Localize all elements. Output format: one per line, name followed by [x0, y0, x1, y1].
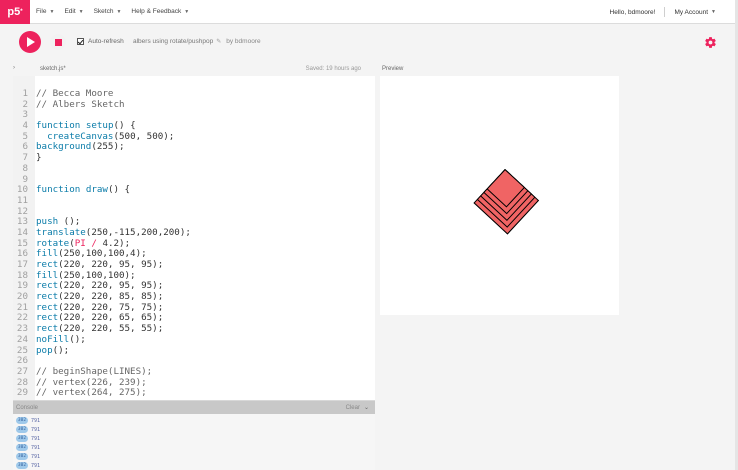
- sketch-name[interactable]: albers using rotate/pushpop: [133, 38, 213, 45]
- line-number: 27: [16, 365, 28, 377]
- preview-canvas: [473, 168, 540, 235]
- stop-icon: [54, 38, 62, 46]
- auto-refresh-toggle[interactable]: Auto-refresh: [77, 38, 124, 45]
- nav-divider: [664, 7, 666, 17]
- menu-edit[interactable]: Edit ▼: [64, 8, 83, 15]
- line-number: 8: [22, 162, 28, 174]
- my-account-label: My Account: [674, 8, 709, 16]
- gear-icon: [704, 36, 716, 48]
- console-message: 791: [31, 435, 41, 442]
- console-panel: Console Clear ⌄ 302 791 302 791 302 791 302 791…: [13, 400, 375, 470]
- console-entry: 302 791: [16, 443, 375, 452]
- stop-button[interactable]: [50, 34, 66, 50]
- repeat-count-badge: 302: [16, 462, 28, 469]
- menu-help-label: Help & Feedback: [131, 8, 182, 15]
- menu-sketch[interactable]: Sketch ▼: [94, 8, 122, 15]
- code-lines[interactable]: 1// Becca Moore 2// Albers Sketch 3 4 functi…: [13, 88, 375, 399]
- line-number: 24: [16, 333, 28, 345]
- code-text: // vertex(264, 275);: [36, 387, 147, 399]
- console-entry: 302 791: [16, 434, 375, 443]
- code-line[interactable]: 6 background(255);: [13, 142, 375, 153]
- chevron-down-icon[interactable]: ⌄: [364, 404, 369, 411]
- code-line[interactable]: 2// Albers Sketch: [13, 98, 375, 111]
- chevron-down-icon: ▼: [711, 9, 716, 15]
- console-header: Console Clear ⌄: [13, 401, 375, 414]
- console-message: 791: [31, 444, 41, 451]
- file-name: sketch.js: [40, 66, 64, 72]
- code-text: background(255);: [36, 141, 125, 153]
- logo-text: p5: [7, 5, 21, 18]
- console-clear-button[interactable]: Clear: [346, 405, 360, 411]
- code-editor[interactable]: 1// Becca Moore 2// Albers Sketch 3 4 functi…: [13, 76, 375, 400]
- preview-frame: [380, 76, 619, 315]
- code-line[interactable]: 8: [13, 162, 375, 175]
- play-icon: [27, 37, 35, 47]
- console-controls: Clear ⌄: [346, 404, 369, 412]
- auto-refresh-checkbox[interactable]: [77, 38, 84, 45]
- chevron-down-icon: ▼: [184, 8, 190, 15]
- my-account-menu[interactable]: My Account ▼: [674, 9, 716, 16]
- code-line[interactable]: 24 noFill();: [13, 333, 375, 346]
- code-text: function draw() {: [36, 184, 131, 196]
- repeat-count-badge: 302: [16, 435, 28, 442]
- code-line[interactable]: 29 // vertex(264, 275);: [13, 387, 375, 399]
- sketch-owner: by bdmoore: [226, 38, 261, 45]
- chevron-down-icon: ▼: [49, 8, 55, 15]
- console-message: 791: [31, 426, 41, 433]
- logo-asterisk: *: [20, 8, 23, 15]
- unsaved-marker: *: [63, 66, 66, 72]
- code-line[interactable]: 11: [13, 194, 375, 207]
- console-log: 302 791 302 791 302 791 302 791 302 791 302 791: [13, 414, 375, 470]
- user-greeting: Hello, bdmoore!: [609, 8, 656, 16]
- repeat-count-badge: 302: [16, 444, 28, 451]
- pencil-icon[interactable]: ✎: [216, 38, 221, 45]
- code-text: // Albers Sketch: [36, 98, 125, 110]
- chevron-down-icon: ▼: [78, 8, 84, 15]
- console-entry: 302 791: [16, 416, 375, 425]
- play-button[interactable]: [19, 31, 41, 53]
- menu-file[interactable]: File ▼: [36, 8, 54, 15]
- console-message: 791: [31, 453, 41, 460]
- menu-help[interactable]: Help & Feedback ▼: [131, 8, 189, 15]
- sketch-name-area: albers using rotate/pushpop ✎ by bdmoore: [133, 38, 261, 45]
- menu-file-label: File: [36, 8, 47, 15]
- repeat-count-badge: 302: [16, 453, 28, 460]
- console-label: Console: [16, 404, 39, 411]
- repeat-count-badge: 302: [16, 417, 28, 424]
- top-nav: p5 * File ▼ Edit ▼ Sketch ▼ Help & Feedback ▼…: [0, 0, 738, 24]
- line-number: 29: [16, 387, 28, 399]
- console-message: 791: [31, 417, 41, 424]
- editor-header: › sketch.js* Saved: 19 hours ago: [0, 62, 375, 76]
- chevron-down-icon: ▼: [116, 8, 122, 15]
- p5-editor-app: p5 * File ▼ Edit ▼ Sketch ▼ Help & Feedback ▼…: [0, 0, 738, 470]
- console-entry: 302 791: [16, 461, 375, 470]
- p5-logo[interactable]: p5 *: [0, 0, 30, 24]
- line-number: 11: [16, 194, 28, 206]
- account-area: Hello, bdmoore! My Account ▼: [610, 0, 716, 24]
- repeat-count-badge: 302: [16, 426, 28, 433]
- console-message: 791: [31, 462, 41, 469]
- menu-edit-label: Edit: [64, 8, 76, 15]
- rotated-squares-group: [473, 168, 540, 235]
- menu-sketch-label: Sketch: [93, 8, 114, 15]
- menu-bar: File ▼ Edit ▼ Sketch ▼ Help & Feedback ▼: [36, 8, 199, 15]
- code-line[interactable]: 10 function draw() {: [13, 184, 375, 196]
- chevron-right-icon[interactable]: ›: [13, 65, 15, 71]
- toolbar: Auto-refresh albers using rotate/pushpop…: [0, 24, 738, 61]
- auto-refresh-label: Auto-refresh: [88, 38, 124, 45]
- code-text: pop();: [36, 344, 70, 356]
- file-tab[interactable]: sketch.js*: [40, 66, 66, 72]
- console-entry: 302 791: [16, 425, 375, 434]
- code-text: }: [36, 152, 42, 164]
- console-entry: 302 791: [16, 452, 375, 461]
- settings-button[interactable]: [702, 34, 718, 50]
- saved-status: Saved: 19 hours ago: [305, 66, 361, 72]
- code-line[interactable]: 25 pop();: [13, 344, 375, 357]
- code-line[interactable]: 7}: [13, 152, 375, 164]
- preview-label: Preview: [382, 66, 404, 72]
